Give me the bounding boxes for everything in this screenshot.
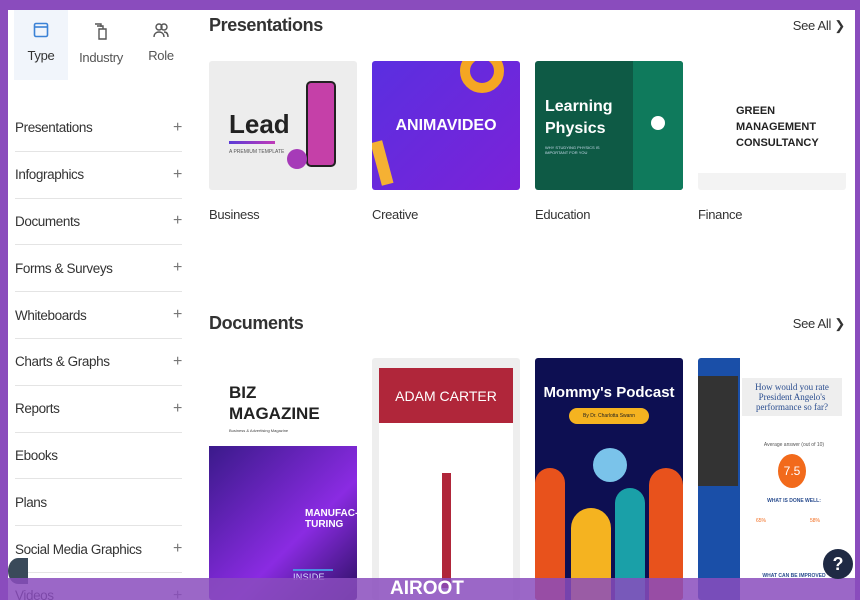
expand-plus-icon[interactable]: + (173, 306, 182, 324)
window-icon (33, 22, 49, 38)
sidebar-item[interactable]: Forms & Surveys + (15, 245, 182, 293)
sidebar-item[interactable]: Whiteboards + (15, 292, 182, 339)
expand-plus-icon[interactable]: + (173, 540, 182, 558)
expand-plus-icon[interactable]: + (173, 400, 182, 418)
sidebar-item-label: Forms & Surveys (15, 260, 113, 276)
template-card-finance[interactable]: GREEN MANAGEMENT CONSULTANCY (698, 61, 846, 190)
expand-plus-icon[interactable]: + (173, 212, 182, 230)
tab-type[interactable]: Type (14, 10, 68, 80)
sidebar-item[interactable]: Social Media Graphics + (15, 526, 182, 573)
tab-label: Type (27, 48, 55, 63)
page: Type Industry Role Presentations + Infogra… (8, 10, 855, 600)
section-title-presentations: Presentations (209, 15, 323, 35)
sidebar-item-label: Plans (15, 494, 47, 510)
sidebar-item-label: Social Media Graphics (15, 541, 142, 557)
thumb-sub: A PREMIUM TEMPLATE (229, 149, 285, 155)
thumb-extra: MANUFAC-TURING (305, 508, 357, 530)
thumb-sub: Business & Advertising Magazine (229, 428, 289, 433)
help-button[interactable]: ? (823, 549, 853, 579)
pct: 65% (756, 518, 767, 524)
section: WHAT IS DONE WELL: (767, 498, 821, 504)
sidebar-item[interactable]: Infographics + (15, 152, 182, 199)
thumb-title: Learning Physics (545, 98, 613, 137)
see-all-presentations[interactable]: See All ❯ (793, 18, 846, 34)
template-card-business[interactable]: Lead A PREMIUM TEMPLATE (209, 61, 357, 190)
section-title-documents: Documents (209, 313, 304, 333)
template-card-creative[interactable]: ANIMAVIDEO (372, 61, 520, 190)
see-all-documents[interactable]: See All ❯ (793, 316, 846, 332)
buildings-icon (95, 23, 107, 40)
sidebar-item-label: Whiteboards (15, 307, 87, 323)
users-icon (153, 23, 169, 38)
sidebar-item[interactable]: Plans (15, 479, 182, 527)
template-card-education[interactable]: Learning Physics WHY STUDYING PHYSICS IS… (535, 61, 683, 190)
sidebar-item-label: Presentations (15, 120, 93, 136)
card-label: Finance (698, 207, 743, 222)
sidebar-item[interactable]: Documents + (15, 199, 182, 246)
sidebar-item-label: Charts & Graphs (15, 354, 110, 370)
filter-tabs: Type Industry Role (8, 10, 188, 82)
sidebar-item[interactable]: Presentations + (15, 105, 182, 152)
expand-plus-icon[interactable]: + (173, 259, 182, 277)
thumb-sub: Average answer (out of 10) (763, 442, 825, 448)
document-card-podcast[interactable]: Mommy's Podcast By Dr. Charlotta Swann (535, 358, 683, 600)
thumb-title: Lead (229, 109, 290, 139)
watermark-bar: AIROOT (0, 578, 860, 600)
sidebar-item[interactable]: Ebooks (15, 433, 182, 480)
expand-plus-icon[interactable]: + (173, 166, 182, 184)
watermark-text: AIROOT (390, 578, 464, 599)
card-label: Business (209, 207, 260, 222)
thumb-title: BIZ MAGAZINE (229, 383, 320, 423)
thumb-title: ADAM CARTER (395, 388, 497, 404)
sidebar-item-label: Ebooks (15, 447, 58, 463)
sidebar: Presentations + Infographics + Documents + For… (15, 105, 182, 600)
sidebar-item[interactable]: Reports + (15, 386, 182, 433)
thumb-title: ANIMAVIDEO (395, 117, 497, 134)
sidebar-item-label: Infographics (15, 167, 84, 183)
expand-plus-icon[interactable]: + (173, 353, 182, 371)
sidebar-item[interactable]: Charts & Graphs + (15, 339, 182, 386)
tab-industry[interactable]: Industry (74, 10, 128, 80)
score: 7.5 (778, 454, 806, 488)
card-label: Education (535, 207, 591, 222)
sidebar-item-label: Documents (15, 213, 80, 229)
tab-label: Role (148, 48, 174, 63)
thumb-title: GREEN MANAGEMENT CONSULTANCY (736, 105, 819, 149)
thumb-title: How would you rate President Angelo's pe… (742, 378, 842, 416)
tab-role[interactable]: Role (134, 10, 188, 80)
sidebar-item-label: Reports (15, 401, 60, 417)
pct: 58% (810, 518, 821, 524)
document-card-magazine[interactable]: BIZ MAGAZINE Business & Advertising Maga… (209, 358, 357, 600)
expand-plus-icon[interactable]: + (173, 119, 182, 137)
document-card-resume[interactable]: ADAM CARTER (372, 358, 520, 600)
thumb-sub: WHY STUDYING PHYSICS IS IMPORTANT FOR YO… (545, 145, 600, 155)
tab-label: Industry (79, 50, 123, 65)
card-label: Creative (372, 207, 419, 222)
thumb-sub: By Dr. Charlotta Swann (569, 408, 649, 424)
thumb-title: Mommy's Podcast (543, 384, 675, 401)
